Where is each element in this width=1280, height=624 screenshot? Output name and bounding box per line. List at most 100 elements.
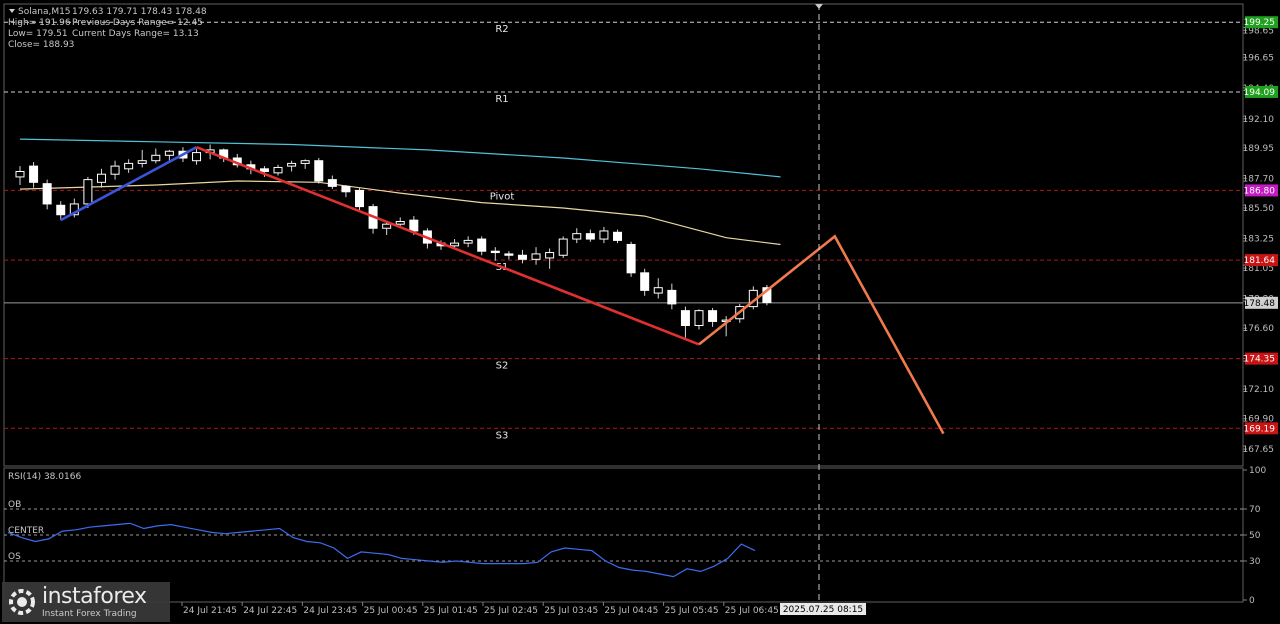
candle-body-bull: [151, 154, 161, 162]
prev-range-label: Previous Days Range= 12.45: [72, 18, 203, 28]
main-panel-frame: [3, 3, 1244, 467]
price-tick-label: 187.70: [1243, 174, 1275, 184]
candle-body-bear: [355, 189, 364, 208]
level-r1-badge-text: 194.09: [1244, 88, 1276, 98]
candle: [504, 251, 514, 260]
price-chart[interactable]: R2R1PivotS1S2S3 198.65196.65194.40192.10…: [0, 0, 1280, 624]
candle-body-bear: [613, 231, 623, 241]
candle-body-bull: [83, 179, 93, 205]
candle-body-bull: [599, 230, 609, 240]
rsi-level-label: OB: [8, 500, 21, 510]
candle: [708, 307, 718, 327]
candle-body-bear: [667, 289, 677, 305]
candle: [287, 160, 297, 172]
candle: [96, 168, 106, 188]
candles: [15, 144, 772, 338]
candle: [640, 268, 650, 296]
candle: [327, 175, 337, 190]
candle-body-bull: [96, 173, 106, 183]
candle-body-bear: [56, 204, 66, 216]
logo-tagline: Instant Forex Trading: [42, 608, 137, 619]
time-axis: 24 Jul 21:45 24 Jul 22:45 24 Jul 23:45 25 J…: [181, 602, 779, 616]
level-label-s2: S2: [496, 361, 509, 372]
candle-body-bull: [300, 160, 310, 164]
rsi-levels: OBCENTEROS: [4, 500, 1243, 562]
rsi-line: [7, 522, 756, 578]
candle-body-bull: [124, 162, 134, 170]
menu-triangle-icon[interactable]: [9, 9, 15, 13]
candle: [29, 162, 39, 188]
rsi-tick-label: 30: [1249, 557, 1261, 567]
candle: [477, 236, 487, 256]
close-label: Close= 188.93: [8, 40, 74, 50]
candle-body-bull: [694, 310, 704, 327]
candle-body-bull: [273, 166, 283, 174]
time-tick-label: 25 Jul 02:45: [484, 606, 538, 616]
candle: [124, 159, 134, 173]
candle-body-bull: [463, 239, 473, 244]
curr-range-label: Current Days Range= 13.13: [72, 29, 199, 39]
candle-body-bull: [192, 152, 202, 162]
candle-body-bull: [15, 171, 25, 178]
low-label: Low= 179.51: [8, 29, 68, 39]
level-label-s3: S3: [496, 430, 509, 441]
trend-line-2: [196, 145, 700, 346]
candle-body-bear: [409, 219, 419, 232]
current-time-text: 2025.07.25 08:15: [783, 605, 863, 615]
high-label: High= 191.96: [8, 18, 71, 28]
time-tick-label: 24 Jul 21:45: [183, 606, 237, 616]
candle: [490, 247, 500, 261]
moving-average-1: [19, 138, 781, 178]
trend-lines: [60, 145, 700, 346]
forecast-path: [698, 234, 945, 435]
logo-gear-icon: [9, 589, 35, 615]
candle-body-bear: [504, 253, 514, 256]
candle: [341, 185, 351, 198]
candle-body-bear: [327, 179, 337, 187]
candle: [517, 249, 527, 264]
level-s1-badge-text: 181.64: [1244, 256, 1276, 266]
level-r2-badge-text: 199.25: [1244, 18, 1276, 28]
price-tick-label: 185.50: [1243, 204, 1275, 214]
price-tick-label: 196.65: [1243, 53, 1275, 63]
candle: [300, 159, 310, 169]
candle-body-bear: [640, 272, 650, 291]
candle: [626, 241, 636, 277]
candle-body-bull: [558, 238, 568, 256]
candle-body-bear: [477, 238, 487, 252]
candle: [531, 247, 541, 265]
rsi-axis: 100 70 50 30 0: [1243, 466, 1266, 606]
candle-body-bear: [259, 168, 269, 173]
candle: [314, 158, 324, 184]
candle-body-bear: [42, 183, 52, 205]
candle: [110, 160, 120, 180]
candle-body-bull: [110, 165, 120, 175]
candle: [694, 309, 704, 330]
logo-name: instaforex: [42, 583, 147, 609]
rsi-label: RSI(14) 38.0166: [8, 472, 81, 482]
candle-body-bull: [572, 233, 582, 240]
candle: [42, 179, 52, 210]
pivot-levels: R2R1PivotS1S2S3: [4, 21, 1243, 441]
rsi-series: [7, 522, 756, 578]
candle-body-bull: [382, 223, 392, 229]
time-tick-label: 25 Jul 06:45: [725, 606, 779, 616]
time-tick-label: 25 Jul 03:45: [544, 606, 598, 616]
level-s3-badge-text: 169.19: [1244, 424, 1276, 434]
rsi-tick-label: 100: [1249, 466, 1266, 476]
forecast-line: [698, 234, 945, 435]
candle-body-bear: [341, 185, 351, 193]
time-tick-label: 24 Jul 22:45: [243, 606, 297, 616]
candle-body-bear: [585, 233, 595, 240]
time-tick-label: 25 Jul 01:45: [424, 606, 478, 616]
price-tick-label: 176.60: [1243, 324, 1275, 334]
time-tick-label: 25 Jul 00:45: [364, 606, 418, 616]
ohlc-label: 179.63 179.71 178.43 178.48: [72, 7, 207, 17]
candle-body-bear: [517, 254, 527, 260]
price-tick-label: 189.95: [1243, 144, 1275, 154]
candle: [653, 278, 663, 299]
level-pivot-badge-text: 186.80: [1244, 186, 1276, 196]
candle-body-bull: [287, 162, 297, 167]
current-price-badge-text: 178.48: [1244, 299, 1276, 309]
price-tick-label: 167.65: [1243, 445, 1275, 455]
